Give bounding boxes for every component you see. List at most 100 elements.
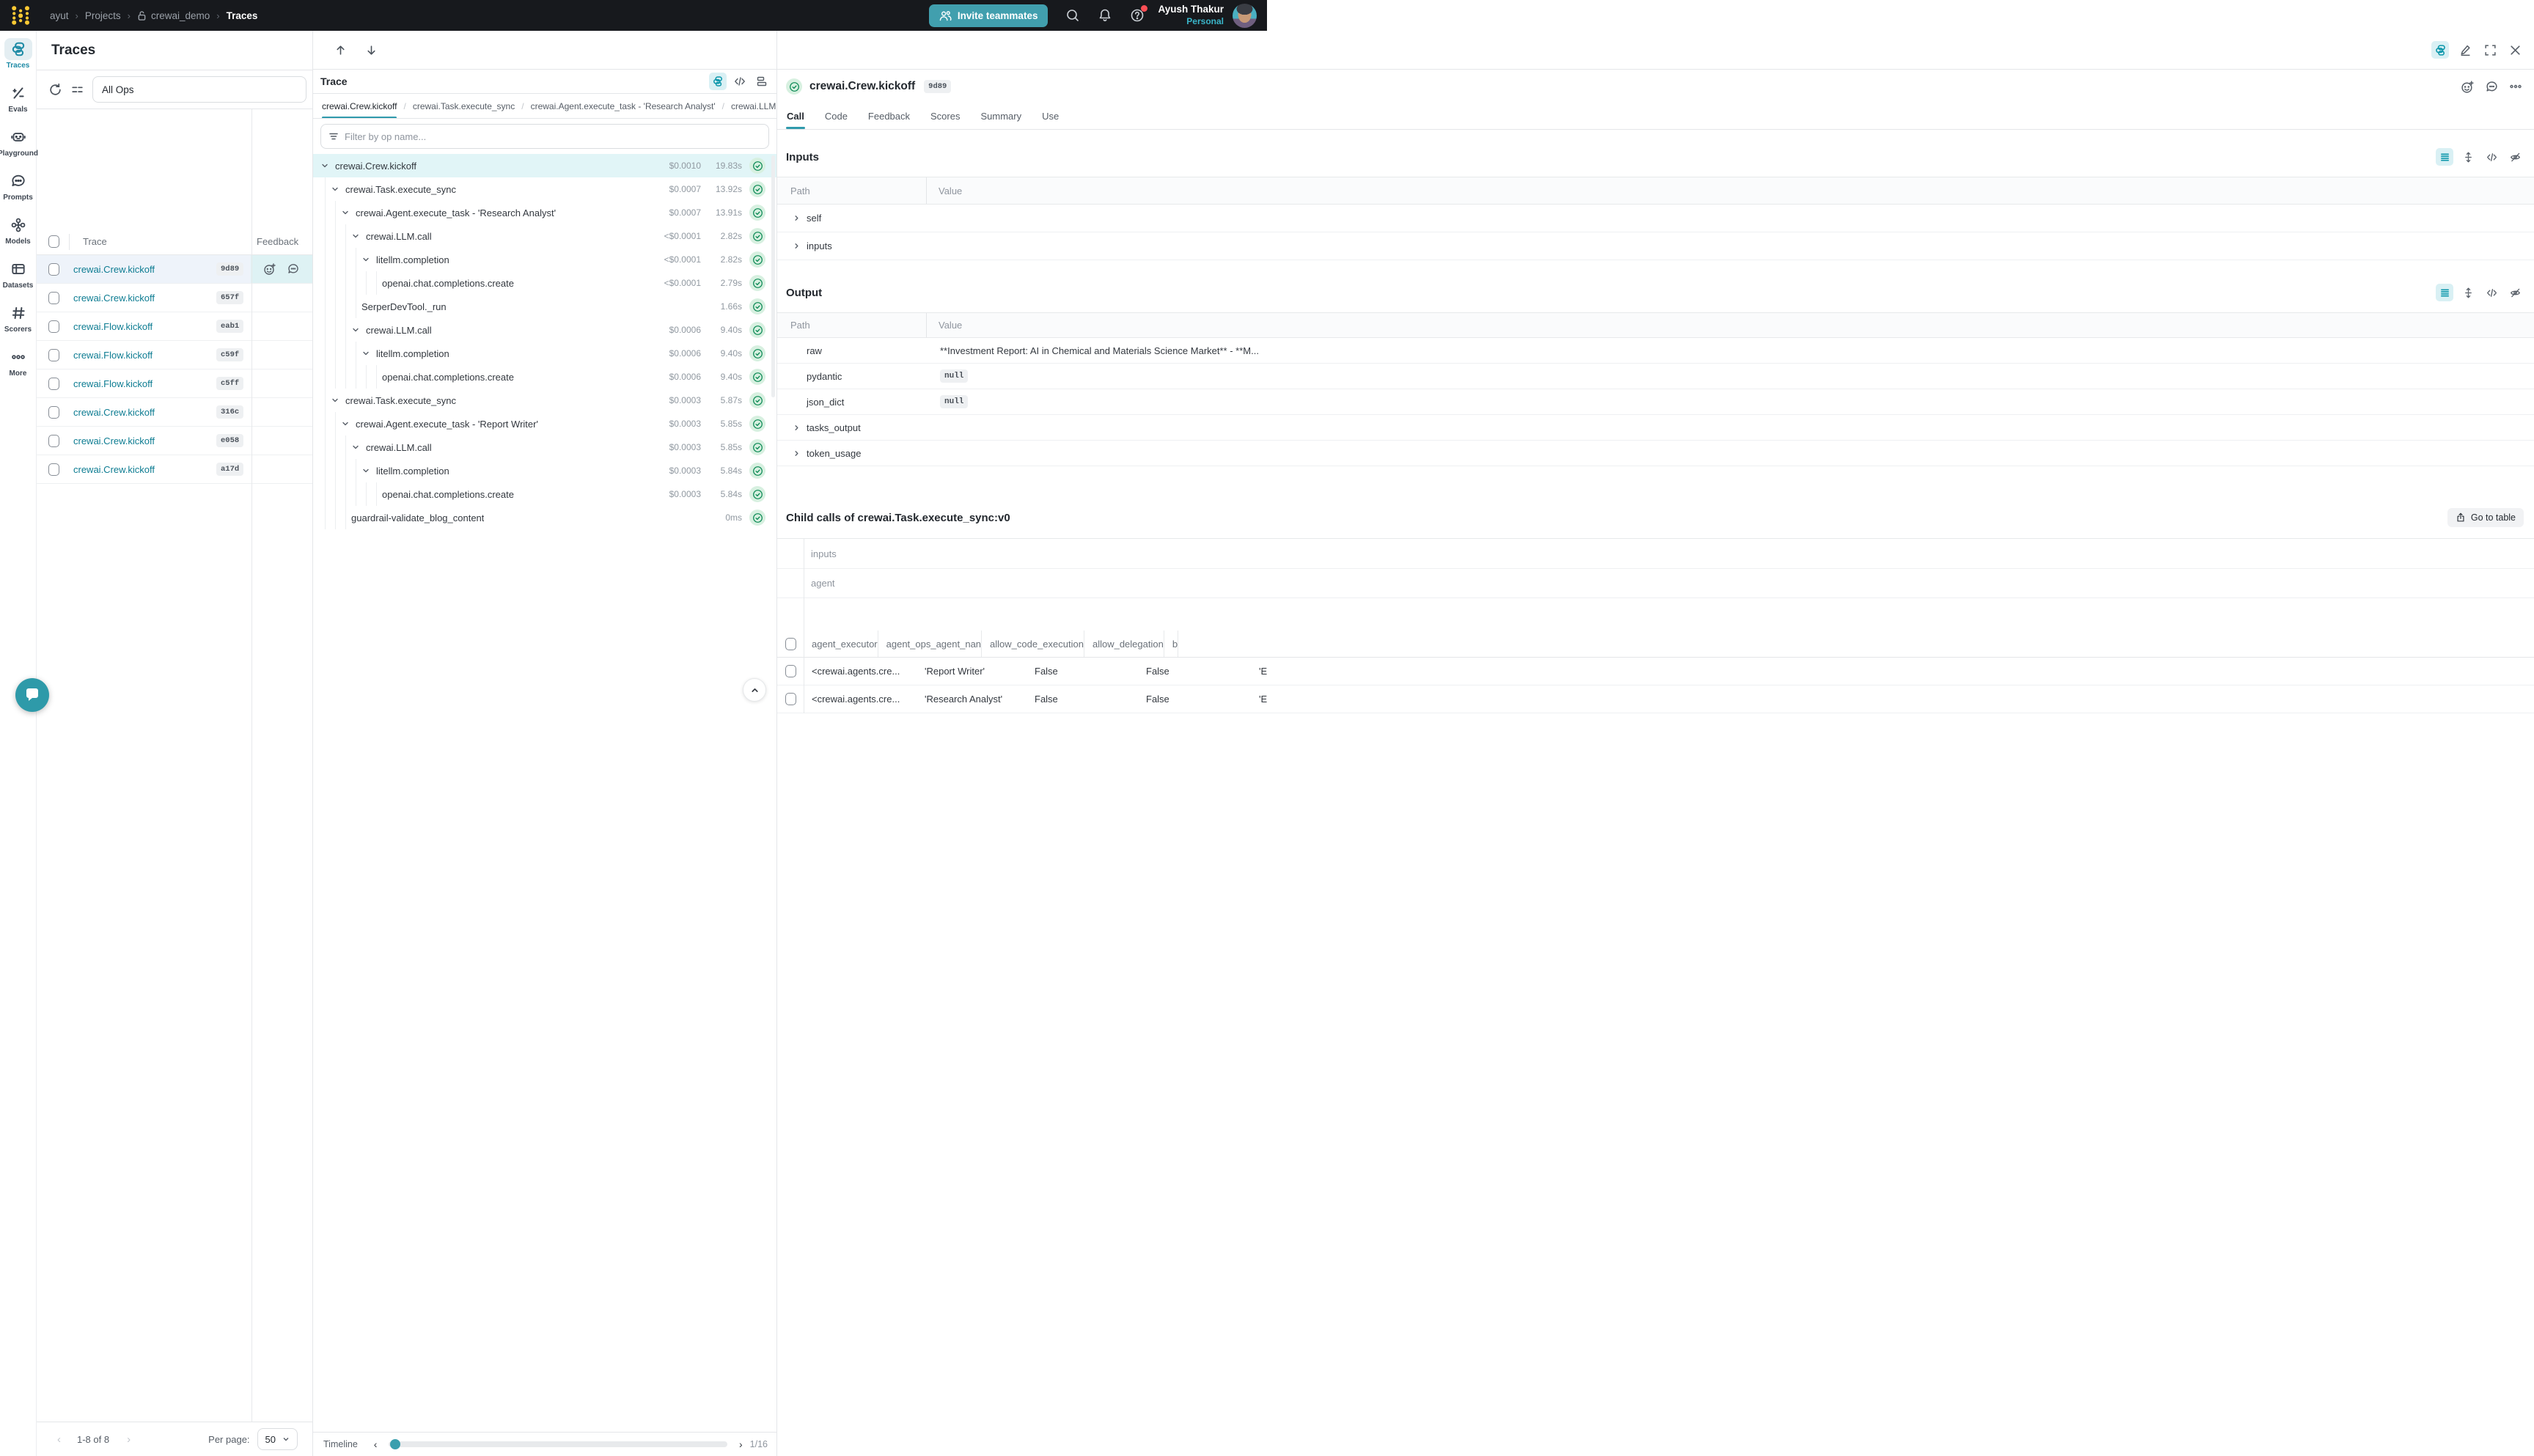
chevron-down-icon[interactable] xyxy=(350,324,361,336)
table-row[interactable]: crewai.Crew.kickoff 657f xyxy=(37,284,312,312)
row-checkbox[interactable] xyxy=(48,263,59,276)
call-tree-row[interactable]: openai.chat.completions.create $0.0006 9… xyxy=(313,365,776,389)
chevron-down-icon[interactable] xyxy=(319,160,331,172)
sidebar-item-evals[interactable]: Evals xyxy=(0,82,37,126)
call-tree-row[interactable]: guardrail-validate_blog_content 0ms xyxy=(313,506,776,529)
trace-breadcrumb-item[interactable]: crewai.LLM.cal xyxy=(716,94,776,119)
trace-breadcrumb-item[interactable]: crewai.Task.execute_sync xyxy=(397,94,515,119)
sidebar-item-more[interactable]: More xyxy=(0,346,37,390)
table-row[interactable]: crewai.Crew.kickoff 316c xyxy=(37,398,312,427)
wandb-logo-icon[interactable] xyxy=(9,3,34,28)
output-row[interactable]: token_usage xyxy=(777,441,2534,466)
input-row[interactable]: inputs xyxy=(777,232,2534,260)
column-settings-icon[interactable] xyxy=(66,78,88,100)
trace-breadcrumb-item[interactable]: crewai.Agent.execute_task - 'Research An… xyxy=(515,94,715,119)
prev-call-icon[interactable] xyxy=(329,39,351,61)
trace-link[interactable]: crewai.Flow.kickoff xyxy=(73,321,153,332)
trace-link[interactable]: crewai.Crew.kickoff xyxy=(73,464,155,475)
chevron-down-icon[interactable] xyxy=(350,230,361,242)
op-name-filter[interactable] xyxy=(320,124,769,149)
call-tree-row[interactable]: litellm.completion $0.0003 5.84s xyxy=(313,459,776,482)
chevron-down-icon[interactable] xyxy=(329,394,341,406)
call-tree-row[interactable]: crewai.Agent.execute_task - 'Report Writ… xyxy=(313,412,776,435)
add-reaction-icon[interactable] xyxy=(2461,80,2475,94)
code-view-icon[interactable] xyxy=(2483,284,2500,301)
chevron-right-icon[interactable] xyxy=(790,240,802,252)
trace-link[interactable]: crewai.Crew.kickoff xyxy=(73,293,155,304)
call-tree-row[interactable]: crewai.Crew.kickoff $0.0010 19.83s xyxy=(313,154,776,177)
code-view-icon[interactable] xyxy=(2483,148,2500,166)
trace-link[interactable]: crewai.Crew.kickoff xyxy=(73,435,155,446)
tab[interactable]: Use xyxy=(1041,104,1059,128)
timeline-prev-icon[interactable]: ‹ xyxy=(370,1438,382,1450)
table-row[interactable]: crewai.Flow.kickoff eab1 xyxy=(37,312,312,341)
support-chat-button[interactable] xyxy=(15,678,49,712)
tree-scrollbar[interactable] xyxy=(771,155,775,397)
chevron-down-icon[interactable] xyxy=(360,348,372,359)
invite-teammates-button[interactable]: Invite teammates xyxy=(929,4,1049,27)
output-row[interactable]: tasks_output xyxy=(777,415,2534,441)
row-checkbox[interactable] xyxy=(48,320,59,333)
ops-filter-select[interactable]: All Ops xyxy=(92,76,306,103)
row-checkbox[interactable] xyxy=(48,378,59,390)
breadcrumb-project[interactable]: crewai_demo xyxy=(137,10,210,21)
row-checkbox[interactable] xyxy=(48,406,59,419)
table-row[interactable]: crewai.Crew.kickoff a17d xyxy=(37,455,312,484)
chevron-down-icon[interactable] xyxy=(329,183,341,195)
call-tree-row[interactable]: crewai.LLM.call $0.0003 5.85s xyxy=(313,435,776,459)
chevron-down-icon[interactable] xyxy=(339,207,351,218)
child-call-row[interactable]: <crewai.agents.cre... 'Research Analyst'… xyxy=(777,685,2534,713)
call-tree-row[interactable]: SerperDevTool._run 1.66s xyxy=(313,295,776,318)
code-view-icon[interactable] xyxy=(731,73,749,90)
child-call-row[interactable]: <crewai.agents.cre... 'Report Writer' Fa… xyxy=(777,658,2534,685)
row-checkbox[interactable] xyxy=(48,349,59,361)
call-tree-row[interactable]: openai.chat.completions.create <$0.0001 … xyxy=(313,271,776,295)
sidebar-item-scorers[interactable]: Scorers xyxy=(0,302,37,346)
row-checkbox[interactable] xyxy=(785,665,796,677)
tab[interactable]: Code xyxy=(824,104,848,128)
collapse-timeline-button[interactable] xyxy=(743,678,766,702)
column-header[interactable]: allow_delegation xyxy=(1084,630,1164,657)
trace-breadcrumb-item[interactable]: crewai.Crew.kickoff xyxy=(322,94,397,119)
call-tree-row[interactable]: litellm.completion $0.0006 9.40s xyxy=(313,342,776,365)
row-checkbox[interactable] xyxy=(785,693,796,705)
trace-link[interactable]: crewai.Crew.kickoff xyxy=(73,407,155,418)
tab[interactable]: Feedback xyxy=(867,104,911,128)
call-tree-row[interactable]: crewai.LLM.call $0.0006 9.40s xyxy=(313,318,776,342)
sidebar-item-datasets[interactable]: Datasets xyxy=(0,258,37,302)
call-tree-row[interactable]: litellm.completion <$0.0001 2.82s xyxy=(313,248,776,271)
per-page-select[interactable]: 50 xyxy=(257,1428,298,1450)
tab[interactable]: Call xyxy=(786,104,805,128)
table-row[interactable]: crewai.Flow.kickoff c59f xyxy=(37,341,312,369)
chevron-down-icon[interactable] xyxy=(339,418,351,430)
timeline-slider[interactable] xyxy=(389,1441,727,1447)
list-view-icon[interactable] xyxy=(2436,148,2453,166)
hide-values-icon[interactable] xyxy=(2506,284,2524,301)
timeline-slider-thumb[interactable] xyxy=(390,1439,400,1449)
sidebar-item-models[interactable]: Models xyxy=(0,214,37,258)
table-row[interactable]: crewai.Crew.kickoff e058 xyxy=(37,427,312,455)
input-row[interactable]: self xyxy=(777,205,2534,232)
row-checkbox[interactable] xyxy=(48,435,59,447)
go-to-table-button[interactable]: Go to table xyxy=(2447,508,2524,527)
call-tree-row[interactable]: crewai.Task.execute_sync $0.0003 5.87s xyxy=(313,389,776,412)
chevron-right-icon[interactable] xyxy=(790,447,802,459)
sidebar-item-traces[interactable]: Traces xyxy=(0,38,37,82)
next-call-icon[interactable] xyxy=(360,39,382,61)
call-tree-row[interactable]: crewai.LLM.call <$0.0001 2.82s xyxy=(313,224,776,248)
add-reaction-icon[interactable] xyxy=(263,262,276,276)
call-tree-row[interactable]: crewai.Task.execute_sync $0.0007 13.92s xyxy=(313,177,776,201)
breadcrumb-projects[interactable]: Projects xyxy=(85,10,121,21)
sidebar-item-playground[interactable]: Playground xyxy=(0,126,37,170)
comment-icon[interactable] xyxy=(2485,80,2499,94)
close-icon[interactable] xyxy=(2506,41,2524,59)
column-header[interactable]: agent_executor xyxy=(804,630,878,657)
select-all-checkbox[interactable] xyxy=(785,638,796,650)
fullscreen-icon[interactable] xyxy=(2481,41,2499,59)
chevron-right-icon[interactable] xyxy=(790,422,802,433)
trace-column-header[interactable]: Trace xyxy=(83,236,247,247)
chevron-down-icon[interactable] xyxy=(360,254,372,265)
row-checkbox[interactable] xyxy=(48,292,59,304)
tree-view-icon[interactable] xyxy=(709,73,727,90)
op-name-filter-input[interactable] xyxy=(345,131,761,142)
